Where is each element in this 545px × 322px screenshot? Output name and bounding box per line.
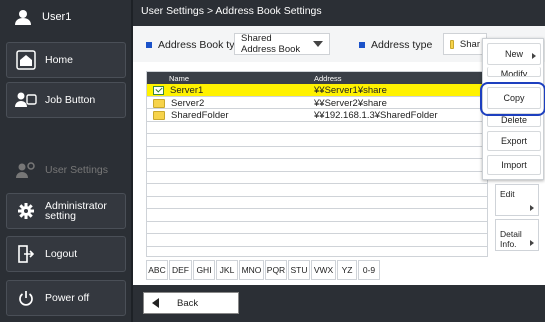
address-book-type-value: Shared Address Book (241, 33, 301, 55)
column-header-address: Address (314, 74, 342, 83)
main-panel: User Settings > Address Book Settings Ad… (131, 0, 545, 322)
table-row[interactable]: Server2 ¥¥Server2¥share (147, 97, 487, 109)
logout-button[interactable]: Logout (6, 236, 126, 272)
bullet-icon (359, 42, 365, 48)
row-address: ¥¥Server1¥share (314, 85, 387, 96)
logout-icon (15, 243, 37, 265)
empty-row (147, 234, 487, 247)
address-book-type-text: Address Book type (158, 39, 247, 51)
empty-row (147, 159, 487, 172)
new-button[interactable]: New (487, 43, 541, 65)
address-type-value: Shar (459, 38, 480, 50)
job-button[interactable]: Job Button (6, 82, 126, 118)
gear-icon (15, 200, 37, 222)
back-button[interactable]: Back (143, 292, 239, 314)
address-book-type-label: Address Book type (146, 39, 246, 51)
table-header: Name Address (147, 72, 487, 84)
address-type-label: Address type (359, 39, 432, 51)
home-button[interactable]: Home (6, 42, 126, 78)
detail-info-button[interactable]: Detail Info. (495, 219, 539, 251)
empty-row (147, 184, 487, 197)
row-address: ¥¥192.168.1.3¥SharedFolder (314, 110, 438, 121)
job-button-icon (15, 89, 37, 111)
user-settings-icon (15, 159, 37, 181)
empty-row (147, 209, 487, 222)
alpha-tab-def[interactable]: DEF (169, 260, 192, 280)
back-label: Back (177, 297, 199, 309)
user-icon (12, 6, 34, 28)
empty-row (147, 197, 487, 209)
copy-focus-highlight (480, 82, 545, 116)
check-icon (153, 86, 164, 95)
administrator-setting-button[interactable]: Administrator setting (6, 193, 126, 229)
power-off-label: Power off (45, 292, 90, 304)
row-address: ¥¥Server2¥share (314, 97, 387, 109)
detail-info-label: Detail Info. (500, 229, 522, 249)
user-settings-label: User Settings (45, 164, 109, 176)
logout-label: Logout (45, 248, 78, 260)
table-row[interactable]: SharedFolder ¥¥192.168.1.3¥SharedFolder (147, 109, 487, 122)
sidebar: User1 Home Job Button User Settings Admi… (0, 0, 131, 322)
alpha-tab-ghi[interactable]: GHI (193, 260, 215, 280)
chevron-right-icon (530, 240, 534, 246)
column-header-name: Name (169, 74, 190, 83)
edit-button[interactable]: Edit (495, 184, 539, 216)
import-button[interactable]: Import (487, 155, 541, 175)
import-label: Import (501, 160, 527, 170)
address-book-type-select[interactable]: Shared Address Book (234, 33, 330, 55)
export-label: Export (500, 136, 527, 146)
alphabet-index: ABC DEF GHI JKL MNO PQR STU VWX YZ 0-9 (146, 260, 381, 280)
table-row[interactable]: Server1 ¥¥Server1¥share (147, 84, 487, 97)
breadcrumb: User Settings > Address Book Settings (133, 0, 545, 26)
user-name: User1 (42, 11, 72, 23)
address-table: Name Address Server1 ¥¥Server1¥share Ser… (146, 71, 488, 257)
row-name: Server2 (171, 97, 205, 109)
folder-icon (450, 39, 454, 49)
back-arrow-icon (152, 298, 159, 308)
bullet-icon (146, 42, 152, 48)
alpha-tab-stu[interactable]: STU (288, 260, 310, 280)
folder-icon (153, 98, 165, 108)
chevron-down-icon (313, 41, 323, 47)
chevron-right-icon (532, 53, 536, 59)
empty-row (147, 134, 487, 147)
delete-label: Delete (500, 115, 527, 125)
job-button-label: Job Button (45, 94, 96, 106)
address-type-text: Address type (371, 39, 433, 51)
folder-icon (153, 111, 165, 120)
row-name: Server1 (170, 85, 204, 96)
modify-button[interactable]: Modify (487, 67, 541, 77)
alpha-tab-vwx[interactable]: VWX (311, 260, 336, 280)
alpha-tab-0-9[interactable]: 0-9 (358, 260, 380, 280)
current-user: User1 (0, 0, 131, 34)
administrator-setting-label: Administrator setting (45, 200, 107, 222)
alpha-tab-pqr[interactable]: PQR (265, 260, 287, 280)
power-off-button[interactable]: Power off (6, 280, 126, 316)
alpha-tab-jkl[interactable]: JKL (216, 260, 238, 280)
empty-row (147, 122, 487, 134)
edit-label: Edit (500, 189, 515, 199)
export-button[interactable]: Export (487, 131, 541, 151)
power-icon (15, 287, 37, 309)
chevron-right-icon (530, 205, 534, 211)
alpha-tab-yz[interactable]: YZ (337, 260, 357, 280)
address-type-select[interactable]: Shar (443, 33, 487, 55)
home-label: Home (45, 54, 74, 66)
user-settings-button: User Settings (6, 152, 126, 188)
alpha-tab-mno[interactable]: MNO (239, 260, 264, 280)
modify-label: Modify (500, 69, 528, 77)
empty-row (147, 172, 487, 184)
row-name: SharedFolder (171, 110, 229, 121)
new-label: New (504, 49, 523, 59)
alpha-tab-abc[interactable]: ABC (146, 260, 168, 280)
home-icon (15, 49, 37, 71)
empty-row (147, 222, 487, 234)
empty-row (147, 147, 487, 159)
